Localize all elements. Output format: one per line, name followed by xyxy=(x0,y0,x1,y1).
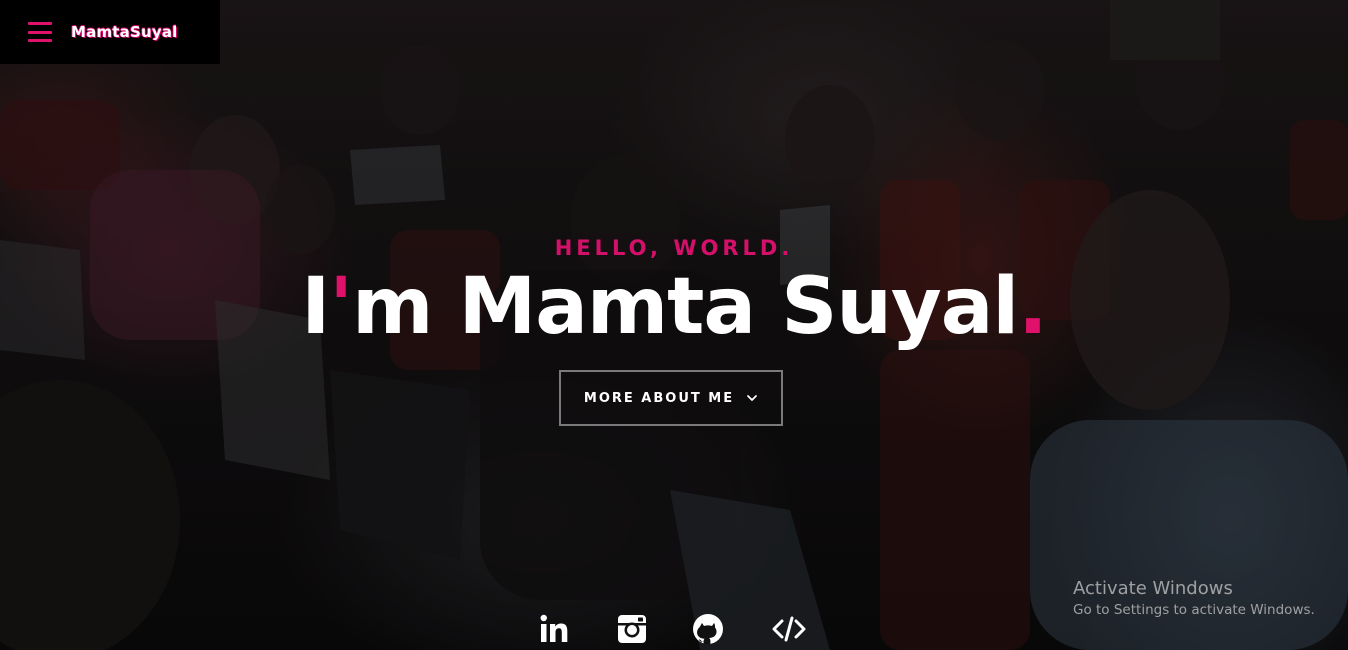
activate-windows-title: Activate Windows xyxy=(1073,578,1233,599)
linkedin-icon xyxy=(540,614,568,642)
hero-section: MamtaSuyal HELLO, WORLD. I'm Mamta Suyal… xyxy=(0,0,1348,650)
hero-headline: I'm Mamta Suyal. xyxy=(0,262,1348,352)
menu-line xyxy=(28,30,52,34)
headline-letter-i: I xyxy=(301,262,330,352)
chevron-down-icon xyxy=(747,395,757,401)
site-logo-text[interactable]: MamtaSuyal xyxy=(71,23,178,41)
more-about-me-label: MORE ABOUT ME xyxy=(583,390,735,406)
linkedin-link[interactable] xyxy=(538,612,572,646)
github-icon xyxy=(693,614,723,644)
activate-windows-watermark: Activate Windows Go to Settings to activ… xyxy=(1073,578,1315,618)
hero-greeting: HELLO, WORLD. xyxy=(554,236,794,260)
headline-period: . xyxy=(1018,262,1048,352)
more-about-me-button[interactable]: MORE ABOUT ME xyxy=(559,370,783,426)
code-link[interactable] xyxy=(772,612,806,646)
instagram-link[interactable] xyxy=(615,612,649,646)
activate-windows-subtitle: Go to Settings to activate Windows. xyxy=(1073,602,1315,618)
menu-line xyxy=(28,22,52,25)
headline-name: m Mamta Suyal xyxy=(352,262,1019,352)
headline-apostrophe: ' xyxy=(329,262,353,352)
top-brand-bar: MamtaSuyal xyxy=(0,0,220,64)
instagram-icon xyxy=(618,615,646,643)
code-icon xyxy=(772,616,806,642)
menu-line xyxy=(28,39,52,42)
github-link[interactable] xyxy=(691,612,725,646)
hamburger-menu-icon[interactable] xyxy=(28,22,52,42)
